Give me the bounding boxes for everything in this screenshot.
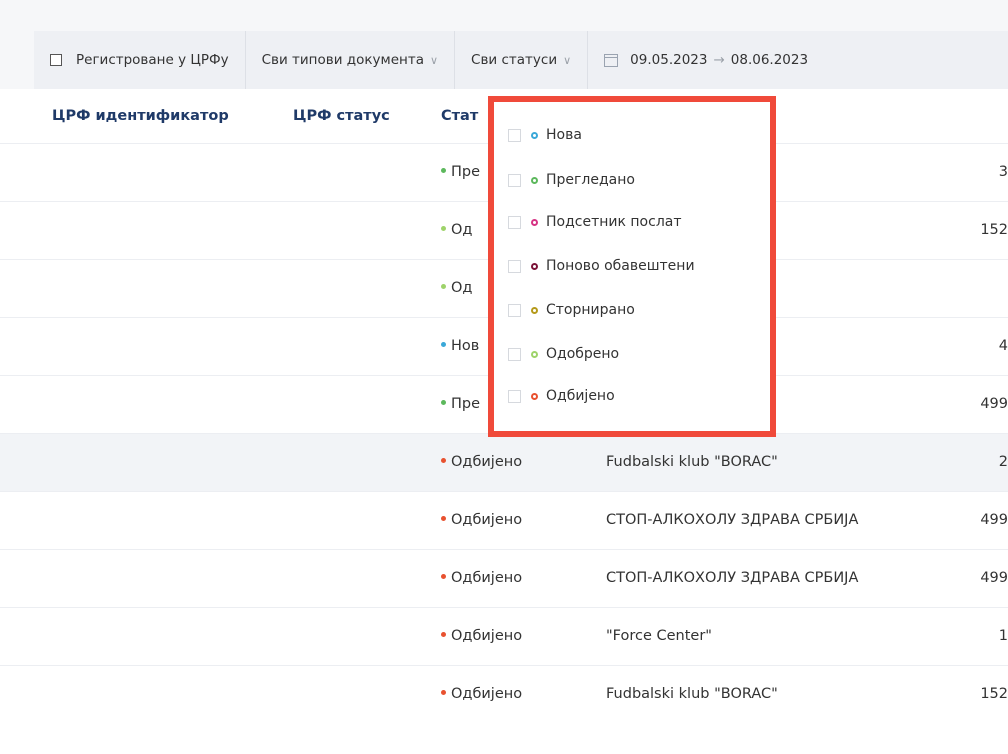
status-dropdown-menu: Нова Прегледано Подсетник послат Поново оба… (488, 96, 776, 437)
status-option-checkbox[interactable] (508, 128, 521, 142)
status-cell: Пре (441, 396, 480, 412)
amount-cell: 499 (980, 570, 1008, 586)
status-option-checkbox[interactable] (508, 303, 521, 317)
status-option-checkbox[interactable] (508, 215, 521, 229)
status-text: Пре (451, 164, 481, 180)
status-filter-label: Сви статуси (471, 52, 558, 68)
status-option-label: Нова (546, 127, 582, 143)
status-ring-icon (531, 131, 538, 139)
status-text: Одбијено (451, 512, 523, 528)
status-option-label: Поново обавештени (546, 258, 695, 274)
registered-checkbox[interactable] (50, 54, 62, 66)
name-cell: СТОП-АЛКОХОЛУ ЗДРАВА СРБИЈА (606, 570, 859, 586)
table-row[interactable]: Одбијено СТОП-АЛКОХОЛУ ЗДРАВА СРБИЈА 499 (0, 549, 1008, 608)
status-dot-icon (441, 167, 446, 173)
status-cell: Од (441, 222, 472, 238)
status-cell: Нов (441, 338, 479, 354)
status-option[interactable]: Прегледано (508, 172, 635, 188)
amount-cell: 3 (998, 164, 1008, 180)
status-option-label: Прегледано (546, 172, 635, 188)
table-row[interactable]: Одбијено Fudbalski klub "BORAC" 152 (0, 665, 1008, 724)
arrow-right-icon: → (713, 52, 725, 68)
date-to: 08.06.2023 (730, 52, 809, 68)
status-cell: Одбијено (441, 628, 522, 644)
status-text: Одбијено (451, 686, 523, 702)
status-option[interactable]: Одобрено (508, 346, 619, 362)
column-header-crf-id[interactable]: ЦРФ идентификатор (52, 108, 229, 124)
doc-type-dropdown[interactable]: Сви типови документа ∨ (246, 31, 456, 89)
column-header-status[interactable]: Стат (441, 108, 478, 124)
status-option-checkbox[interactable] (508, 347, 521, 361)
table-row[interactable]: Одбијено Fudbalski klub "BORAC" 2 (0, 433, 1008, 492)
status-option-label: Подсетник послат (546, 214, 682, 230)
name-cell: Fudbalski klub "BORAC" (606, 454, 778, 470)
chevron-down-icon: ∨ (563, 53, 572, 67)
status-dot-icon (441, 457, 446, 463)
status-text: Пре (451, 396, 481, 412)
status-option-checkbox[interactable] (508, 389, 521, 403)
status-dot-icon (441, 515, 446, 521)
chevron-down-icon: ∨ (429, 53, 439, 67)
column-header-crf-status[interactable]: ЦРФ статус (293, 108, 390, 124)
amount-cell: 499 (980, 396, 1008, 412)
status-option-label: Одбијено (546, 388, 615, 404)
status-option[interactable]: Поново обавештени (508, 258, 695, 274)
name-cell: СТОП-АЛКОХОЛУ ЗДРАВА СРБИЈА (606, 512, 859, 528)
status-cell: Од (441, 280, 472, 296)
amount-cell: 499 (980, 512, 1008, 528)
amount-cell: 1 (998, 628, 1008, 644)
calendar-icon (604, 53, 619, 67)
status-dot-icon (441, 225, 446, 231)
status-dot-icon (441, 341, 446, 347)
table-row[interactable]: Одбијено СТОП-АЛКОХОЛУ ЗДРАВА СРБИЈА 499 (0, 491, 1008, 550)
status-ring-icon (531, 350, 538, 358)
status-dot-icon (441, 573, 446, 579)
table-row[interactable]: Одбијено "Force Center" 1 (0, 607, 1008, 666)
registered-label: Регистроване у ЦРФу (76, 52, 229, 68)
name-cell: "Force Center" (606, 628, 712, 644)
status-option-label: Сторнирано (546, 302, 635, 318)
status-cell: Одбијено (441, 570, 522, 586)
status-cell: Пре (441, 164, 480, 180)
status-text: Одбијено (451, 570, 523, 586)
status-ring-icon (531, 392, 538, 400)
status-ring-icon (531, 306, 538, 314)
status-option[interactable]: Подсетник послат (508, 214, 682, 230)
status-option[interactable]: Сторнирано (508, 302, 635, 318)
status-text: Нов (451, 338, 480, 354)
date-from: 09.05.2023 (630, 52, 708, 68)
status-option-label: Одобрено (546, 346, 620, 362)
filter-bar: Регистроване у ЦРФу Сви типови документа… (34, 31, 1008, 89)
status-dropdown-trigger[interactable]: Сви статуси ∨ (455, 31, 589, 89)
status-dot-icon (441, 689, 446, 695)
status-cell: Одбијено (441, 686, 522, 702)
status-text: Одбијено (451, 628, 523, 644)
amount-cell: 152 (980, 222, 1008, 238)
status-text: Од (451, 222, 473, 238)
status-dot-icon (441, 399, 446, 405)
doc-type-label: Сви типови документа (261, 52, 424, 68)
amount-cell: 4 (998, 338, 1008, 354)
registered-filter[interactable]: Регистроване у ЦРФу (34, 31, 246, 89)
status-ring-icon (531, 176, 538, 184)
status-dot-icon (441, 283, 446, 289)
status-ring-icon (531, 262, 538, 270)
status-option-checkbox[interactable] (508, 173, 521, 187)
status-option[interactable]: Нова (508, 127, 582, 143)
status-cell: Одбијено (441, 454, 522, 470)
status-text: Од (451, 280, 473, 296)
status-cell: Одбијено (441, 512, 522, 528)
amount-cell: 2 (998, 454, 1008, 470)
status-text: Одбијено (451, 454, 523, 470)
date-range-picker[interactable]: 09.05.2023 → 08.06.2023 (588, 31, 824, 89)
status-ring-icon (531, 218, 538, 226)
status-option[interactable]: Одбијено (508, 388, 615, 404)
status-dot-icon (441, 631, 446, 637)
amount-cell: 152 (980, 686, 1008, 702)
name-cell: Fudbalski klub "BORAC" (606, 686, 778, 702)
status-option-checkbox[interactable] (508, 259, 521, 273)
